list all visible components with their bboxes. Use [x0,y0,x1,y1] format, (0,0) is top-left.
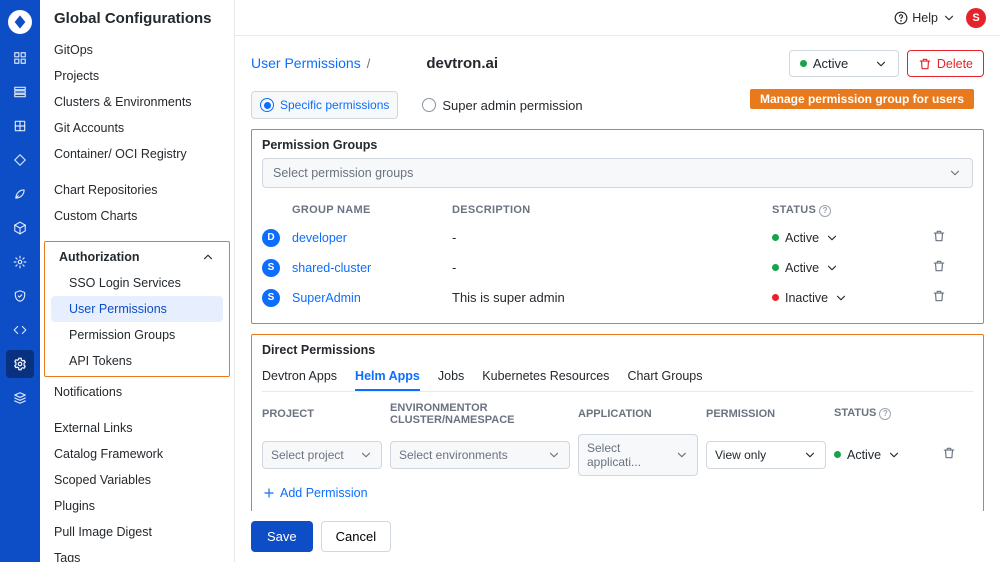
footer-actions: Save Cancel [235,511,1000,562]
trash-icon [918,57,932,71]
permission-select[interactable]: View only [706,441,826,469]
sidebar-item-custom-charts[interactable]: Custom Charts [40,203,234,229]
user-status-select[interactable]: Active [789,50,899,77]
breadcrumb-current: devtron.ai [426,55,498,72]
plus-icon [262,486,276,500]
rail-rocket-icon[interactable] [6,180,34,208]
rail-apps-icon[interactable] [6,78,34,106]
save-button[interactable]: Save [251,521,313,552]
cancel-button[interactable]: Cancel [321,521,391,552]
radio-super-admin[interactable]: Super admin permission [422,91,582,119]
settings-sidebar: Global Configurations GitOpsProjectsClus… [40,0,235,562]
group-name-link[interactable]: SuperAdmin [292,291,452,305]
sidebar-item-clusters-environments[interactable]: Clusters & Environments [40,89,234,115]
rail-sparkle-icon[interactable] [6,248,34,276]
radio-specific-permissions[interactable]: Specific permissions [251,91,398,119]
add-permission-button[interactable]: Add Permission [262,486,973,500]
sidebar-item-projects[interactable]: Projects [40,63,234,89]
group-description: This is super admin [452,290,772,305]
sidebar-item-permission-groups[interactable]: Permission Groups [45,322,229,348]
callout-permission-groups: Manage permission group for users [750,89,974,109]
chevron-down-icon [942,11,956,25]
group-badge: S [262,259,280,277]
sidebar-item-gitops[interactable]: GitOps [40,37,234,63]
sidebar-item-notifications[interactable]: Notifications [40,379,234,405]
group-name-link[interactable]: developer [292,231,452,245]
permission-group-row: S shared-cluster - Active [262,253,973,283]
rail-cube-icon[interactable] [6,214,34,242]
delete-button[interactable]: Delete [907,50,984,77]
project-select[interactable]: Select project [262,441,382,469]
delete-group-button[interactable] [932,229,972,246]
user-avatar[interactable]: S [966,8,986,28]
sidebar-item-pull-image-digest[interactable]: Pull Image Digest [40,519,234,545]
page-title: Global Configurations [40,0,234,37]
sidebar-item-user-permissions[interactable]: User Permissions [51,296,223,322]
row-status-toggle[interactable]: Active [834,448,934,462]
environment-select[interactable]: Select environments [390,441,570,469]
permission-groups-select[interactable]: Select permission groups [262,158,973,188]
chevron-down-icon [948,166,962,180]
rail-code-icon[interactable] [6,316,34,344]
sidebar-item-api-tokens[interactable]: API Tokens [45,348,229,374]
group-description: - [452,260,772,275]
sidebar-item-tags[interactable]: Tags [40,545,234,562]
delete-group-button[interactable] [932,289,972,306]
main-content: User Permissions / devtron.ai Active Del… [235,36,1000,562]
help-menu[interactable]: Help [894,11,956,25]
permission-group-row: D developer - Active [262,223,973,253]
tab-kubernetes-resources[interactable]: Kubernetes Resources [482,363,609,391]
rail-dashboard-icon[interactable] [6,44,34,72]
nav-rail [0,0,40,562]
rail-stack-icon[interactable] [6,384,34,412]
tab-helm-apps[interactable]: Helm Apps [355,363,420,391]
rail-settings-icon[interactable] [6,350,34,378]
sidebar-group-authorization[interactable]: Authorization [45,244,229,270]
breadcrumb-parent-link[interactable]: User Permissions [251,55,361,71]
group-status-toggle[interactable]: Inactive [772,291,932,305]
permission-group-row: S SuperAdmin This is super admin Inactiv… [262,283,973,313]
sidebar-item-scoped-variables[interactable]: Scoped Variables [40,467,234,493]
col-group-name: GROUP NAME [292,204,452,216]
direct-permissions-section: Direct Permissions Devtron AppsHelm Apps… [251,334,984,529]
group-badge: S [262,289,280,307]
info-icon[interactable]: ? [819,205,831,217]
group-status-toggle[interactable]: Active [772,261,932,275]
col-status: STATUS? [772,204,932,217]
sidebar-item-git-accounts[interactable]: Git Accounts [40,115,234,141]
topbar: Help S [235,0,1000,36]
help-icon [894,11,908,25]
group-status-toggle[interactable]: Active [772,231,932,245]
group-description: - [452,230,772,245]
permission-groups-section: Permission Groups Select permission grou… [251,129,984,324]
col-description: DESCRIPTION [452,204,772,216]
breadcrumb: User Permissions / devtron.ai [251,55,498,72]
group-name-link[interactable]: shared-cluster [292,261,452,275]
app-logo[interactable] [8,10,32,34]
delete-group-button[interactable] [932,259,972,276]
tab-jobs[interactable]: Jobs [438,363,464,391]
sidebar-item-plugins[interactable]: Plugins [40,493,234,519]
authorization-group-highlight: Authorization SSO Login ServicesUser Per… [44,241,230,377]
delete-row-button[interactable] [942,446,982,463]
group-badge: D [262,229,280,247]
sidebar-item-chart-repositories[interactable]: Chart Repositories [40,177,234,203]
rail-grid-icon[interactable] [6,112,34,140]
status-dot-icon [800,60,807,67]
sidebar-item-container-oci-registry[interactable]: Container/ OCI Registry [40,141,234,167]
sidebar-item-sso-login-services[interactable]: SSO Login Services [45,270,229,296]
info-icon[interactable]: ? [879,408,891,420]
tab-devtron-apps[interactable]: Devtron Apps [262,363,337,391]
sidebar-item-catalog-framework[interactable]: Catalog Framework [40,441,234,467]
sidebar-item-external-links[interactable]: External Links [40,415,234,441]
rail-diamond-icon[interactable] [6,146,34,174]
chevron-up-icon [201,250,215,264]
tab-chart-groups[interactable]: Chart Groups [627,363,702,391]
rail-shield-icon[interactable] [6,282,34,310]
chevron-down-icon [874,57,888,71]
application-select[interactable]: Select applicati... [578,434,698,476]
